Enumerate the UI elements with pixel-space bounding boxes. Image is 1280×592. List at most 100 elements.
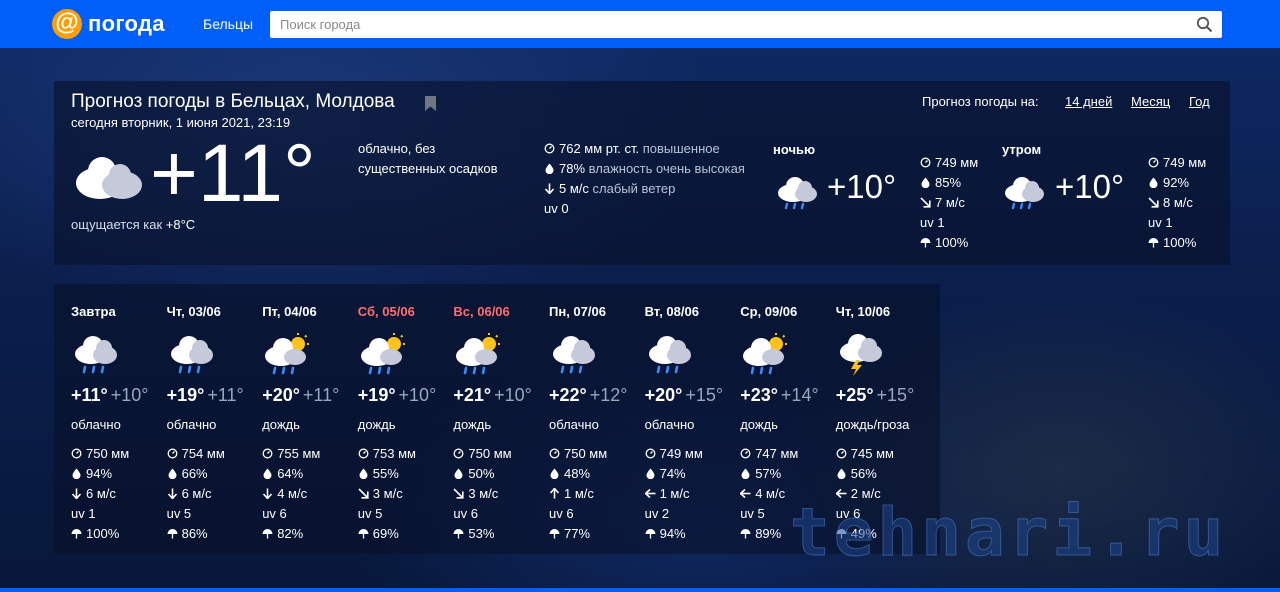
- period-link-14-days[interactable]: 14 дней: [1065, 94, 1112, 109]
- wind-arrow-down-right-icon: [920, 197, 931, 208]
- day-humidity: 94%: [71, 466, 112, 481]
- day-precip-value: 77%: [564, 526, 591, 541]
- day-humidity-value: 74%: [659, 466, 686, 481]
- day-pressure-value: 755 мм: [277, 446, 321, 461]
- day-name: Вт, 08/06: [644, 304, 699, 319]
- day-wind-value: 4 м/с: [755, 486, 786, 501]
- day-high-temp: +20°: [644, 385, 683, 405]
- wind-arrow-down-icon: [544, 183, 555, 194]
- day-pressure: 750 мм: [453, 446, 512, 461]
- pressure-icon: [453, 448, 464, 459]
- day-precip-value: 86%: [181, 526, 208, 541]
- search-icon[interactable]: [1196, 16, 1213, 33]
- day-precip-value: 89%: [755, 526, 782, 541]
- night-pressure: 749 мм: [920, 155, 978, 170]
- day-temperatures: +11° +10°: [71, 385, 148, 406]
- logo-at-icon: @: [52, 9, 82, 39]
- day-pressure: 745 мм: [836, 446, 894, 461]
- day-pressure-value: 750 мм: [564, 446, 608, 461]
- droplet-icon: [1149, 177, 1158, 188]
- forecast-day[interactable]: Пн, 07/06 +22° +12° облачно 750 мм 48% 1 м/с uv…: [532, 284, 628, 554]
- day-uv: uv 5: [740, 506, 765, 521]
- day-name: Вс, 06/06: [453, 304, 510, 319]
- forecast-day[interactable]: Завтра +11° +10° облачно 750 мм 94% 6 м/с uv 1 1…: [54, 284, 150, 554]
- pressure-icon: [544, 143, 555, 154]
- rain-icon: [553, 336, 595, 374]
- rain-icon: [648, 336, 691, 374]
- forecast-day[interactable]: Чт, 03/06 +19° +11° облачно 754 мм 66% 6 м/с uv…: [150, 284, 246, 554]
- pressure-icon: [1148, 157, 1159, 168]
- day-pressure-value: 750 мм: [86, 446, 130, 461]
- day-humidity-value: 48%: [564, 466, 591, 481]
- day-wind-value: 1 м/с: [564, 486, 594, 501]
- day-low-temp: +15°: [876, 385, 915, 405]
- day-condition: облачно: [166, 417, 217, 432]
- watermark: tehnari.ru: [789, 494, 1228, 571]
- bookmark-icon[interactable]: [424, 95, 437, 112]
- rain-icon: [1005, 177, 1044, 210]
- part-label-night: ночью: [773, 142, 816, 157]
- day-humidity-value: 57%: [755, 466, 782, 481]
- night-humidity-value: 85%: [935, 175, 962, 190]
- wind-desc: слабый ветер: [592, 181, 676, 196]
- logo[interactable]: @ погода: [52, 9, 165, 39]
- forecast-day[interactable]: Сб, 05/06 +19° +10° дождь 753 мм 55% 3 м/с uv 5…: [341, 284, 437, 554]
- droplet-icon: [837, 468, 846, 479]
- forecast-day[interactable]: Вс, 06/06 +21° +10° дождь 750 мм 50% 3 м/с uv 6…: [436, 284, 532, 554]
- forecast-day[interactable]: Пт, 04/06 +20° +11° дождь 755 мм 64% 4 м/с uv 6…: [245, 284, 341, 554]
- period-link-month[interactable]: Месяц: [1131, 94, 1170, 109]
- day-humidity: 64%: [262, 466, 303, 481]
- day-precip-value: 82%: [277, 526, 304, 541]
- day-high-temp: +19°: [166, 385, 205, 405]
- part-label-morning: утром: [1002, 142, 1042, 157]
- day-precip-value: 69%: [372, 526, 399, 541]
- day-precip-value: 53%: [468, 526, 495, 541]
- day-humidity-value: 56%: [850, 466, 877, 481]
- sun-rain-icon: [265, 333, 310, 375]
- day-wind: 3 м/с: [453, 486, 498, 501]
- rain-icon: [75, 336, 117, 374]
- day-low-temp: +11°: [207, 385, 244, 405]
- wind-arrow-down-right-icon: [358, 488, 369, 499]
- morning-precip: 100%: [1148, 235, 1196, 250]
- day-pressure: 754 мм: [167, 446, 225, 461]
- day-pressure-value: 747 мм: [755, 446, 799, 461]
- day-uv: uv 1: [71, 506, 96, 521]
- umbrella-icon: [740, 529, 751, 539]
- rain-icon: [170, 336, 213, 374]
- wind-arrow-down-icon: [167, 488, 177, 499]
- search-input[interactable]: [270, 11, 1222, 38]
- day-temperatures: +19° +10°: [358, 385, 436, 406]
- morning-uv: uv 1: [1148, 215, 1173, 230]
- wind-arrow-up-icon: [549, 488, 560, 499]
- city-link[interactable]: Бельцы: [203, 16, 253, 32]
- day-condition: облачно: [549, 417, 599, 432]
- day-precip: 53%: [453, 526, 494, 541]
- feels-like: ощущается как +8°C: [71, 217, 195, 232]
- current-weather-card: Прогноз погоды в Бельцах, Молдова сегодн…: [54, 81, 1230, 265]
- day-condition: дождь: [262, 417, 300, 432]
- day-wind-value: 3 м/с: [372, 486, 403, 501]
- period-link-year[interactable]: Год: [1189, 94, 1210, 109]
- day-high-temp: +22°: [549, 385, 587, 405]
- day-wind: 6 м/с: [167, 486, 212, 501]
- day-wind-value: 6 м/с: [181, 486, 212, 501]
- night-wind: 7 м/с: [920, 195, 965, 210]
- umbrella-icon: [71, 529, 82, 539]
- morning-precip-value: 100%: [1163, 235, 1197, 250]
- rain-icon: [778, 177, 817, 210]
- droplet-icon: [72, 468, 81, 479]
- forecast-day[interactable]: Вт, 08/06 +20° +15° облачно 749 мм 74% 1 м/с uv…: [628, 284, 724, 554]
- day-humidity-value: 64%: [277, 466, 304, 481]
- day-uv: uv 2: [644, 506, 670, 521]
- morning-wind: 8 м/с: [1148, 195, 1193, 210]
- day-precip: 100%: [71, 526, 119, 541]
- day-temperatures: +20° +11°: [262, 385, 339, 406]
- sun-rain-icon: [456, 333, 501, 375]
- day-precip: 89%: [740, 526, 781, 541]
- pressure-icon: [740, 448, 751, 459]
- day-condition: дождь: [357, 417, 396, 432]
- day-wind-value: 1 м/с: [659, 486, 690, 501]
- day-pressure-value: 750 мм: [468, 446, 512, 461]
- pressure-icon: [167, 448, 178, 459]
